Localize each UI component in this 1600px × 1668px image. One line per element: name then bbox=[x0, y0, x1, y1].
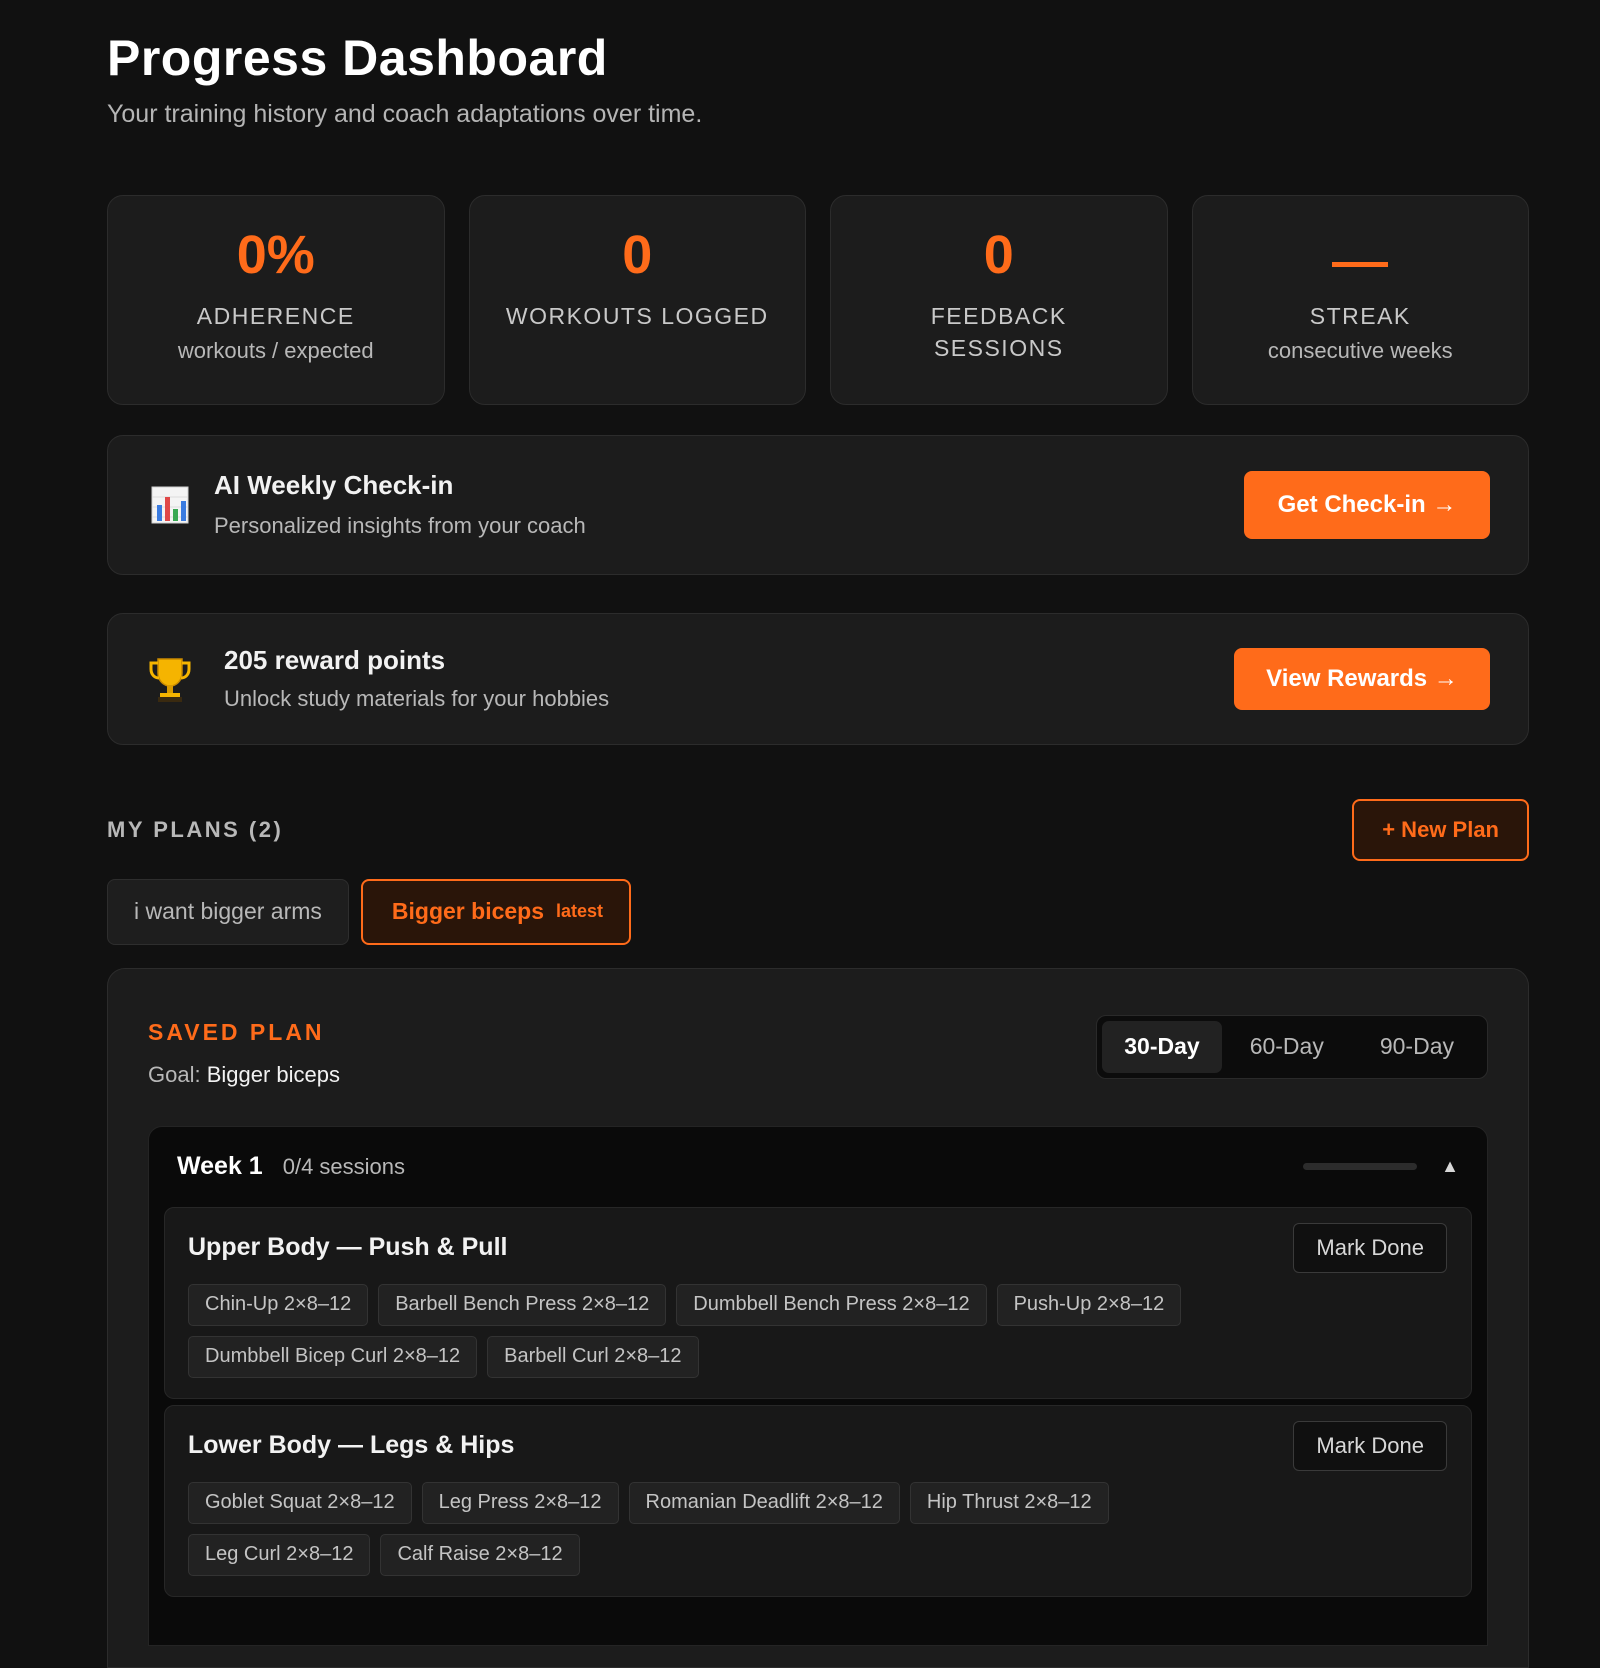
plan-tabs: i want bigger arms Bigger biceps latest bbox=[107, 878, 1529, 945]
goal-label: Goal: bbox=[148, 1061, 201, 1087]
week-title: Week 1 bbox=[177, 1152, 263, 1180]
dashboard-page: Progress Dashboard Your training history… bbox=[0, 0, 1529, 1668]
plans-title: MY PLANS (2) bbox=[107, 816, 284, 842]
week-progress-bar bbox=[1303, 1163, 1418, 1170]
checkin-text: AI Weekly Check-in Personalized insights… bbox=[214, 470, 1244, 539]
stat-sub: consecutive weeks bbox=[1267, 337, 1453, 363]
duration-60-day[interactable]: 60-Day bbox=[1222, 1021, 1352, 1073]
plan-goal: Goal: Bigger biceps bbox=[148, 1062, 340, 1088]
stat-value: 0% bbox=[236, 224, 315, 285]
exercise-chip: Leg Press 2×8–12 bbox=[421, 1481, 619, 1524]
saved-plan-label: SAVED PLAN bbox=[148, 1018, 325, 1045]
rewards-description: Unlock study materials for your hobbies bbox=[224, 686, 610, 711]
saved-plan-header: SAVED PLAN Goal: Bigger biceps 30-Day 60… bbox=[148, 1014, 1488, 1088]
exercise-chip: Goblet Squat 2×8–12 bbox=[188, 1481, 412, 1524]
stat-sub: workouts / expected bbox=[177, 337, 374, 363]
plan-tab-bigger-biceps[interactable]: Bigger biceps latest bbox=[360, 878, 632, 945]
stat-label: FEEDBACK SESSIONS bbox=[930, 302, 1067, 361]
rewards-text: 205 reward points Unlock study materials… bbox=[224, 645, 1234, 712]
exercise-chip: Chin-Up 2×8–12 bbox=[188, 1283, 369, 1326]
get-checkin-button[interactable]: Get Check-in → bbox=[1244, 470, 1490, 539]
exercise-chip: Leg Curl 2×8–12 bbox=[188, 1533, 371, 1576]
goal-value: Bigger biceps bbox=[206, 1061, 341, 1087]
duration-selector: 30-Day 60-Day 90-Day bbox=[1096, 1014, 1488, 1079]
exercise-list: Chin-Up 2×8–12 Barbell Bench Press 2×8–1… bbox=[188, 1283, 1238, 1398]
saved-plan-info: SAVED PLAN Goal: Bigger biceps bbox=[148, 1019, 340, 1088]
session-card-lower: Lower Body — Legs & Hips Mark Done Goble… bbox=[164, 1404, 1472, 1597]
stat-value: 0 bbox=[983, 224, 1014, 285]
session-header: Upper Body — Push & Pull Mark Done bbox=[188, 1222, 1447, 1273]
plans-header: MY PLANS (2) + New Plan bbox=[107, 798, 1529, 861]
view-rewards-button[interactable]: View Rewards → bbox=[1234, 647, 1490, 710]
ai-checkin-card: AI Weekly Check-in Personalized insights… bbox=[107, 434, 1529, 575]
stat-value: 0 bbox=[622, 224, 653, 285]
session-header: Lower Body — Legs & Hips Mark Done bbox=[188, 1420, 1447, 1471]
exercise-chip: Dumbbell Bicep Curl 2×8–12 bbox=[188, 1335, 478, 1378]
rewards-card: 205 reward points Unlock study materials… bbox=[107, 612, 1529, 745]
plan-tab-bigger-arms[interactable]: i want bigger arms bbox=[107, 878, 349, 945]
page-subtitle: Your training history and coach adaptati… bbox=[107, 99, 703, 128]
exercise-chip: Hip Thrust 2×8–12 bbox=[909, 1481, 1109, 1524]
stat-label: STREAK bbox=[1309, 302, 1411, 329]
exercise-list: Goblet Squat 2×8–12 Leg Press 2×8–12 Rom… bbox=[188, 1481, 1238, 1596]
saved-plan-panel: SAVED PLAN Goal: Bigger biceps 30-Day 60… bbox=[107, 967, 1529, 1668]
exercise-chip: Push-Up 2×8–12 bbox=[996, 1283, 1182, 1326]
collapse-toggle-icon[interactable]: ▲ bbox=[1441, 1156, 1459, 1177]
duration-30-day[interactable]: 30-Day bbox=[1102, 1020, 1222, 1073]
stat-card-streak: STREAK consecutive weeks bbox=[1191, 194, 1529, 405]
exercise-chip: Romanian Deadlift 2×8–12 bbox=[628, 1481, 900, 1524]
exercise-chip: Barbell Bench Press 2×8–12 bbox=[378, 1283, 667, 1326]
stat-label: ADHERENCE bbox=[196, 302, 355, 329]
stat-label: WORKOUTS LOGGED bbox=[505, 302, 769, 329]
latest-badge: latest bbox=[556, 901, 604, 921]
stat-card-feedback: 0 FEEDBACK SESSIONS bbox=[830, 194, 1168, 405]
stat-card-workouts: 0 WORKOUTS LOGGED bbox=[468, 194, 806, 405]
checkin-title: AI Weekly Check-in bbox=[214, 470, 454, 500]
stats-row: 0% ADHERENCE workouts / expected 0 WORKO… bbox=[107, 194, 1529, 405]
mark-done-button[interactable]: Mark Done bbox=[1293, 1222, 1447, 1273]
exercise-chip: Calf Raise 2×8–12 bbox=[380, 1533, 580, 1576]
trophy-icon bbox=[148, 657, 192, 702]
exercise-chip: Dumbbell Bench Press 2×8–12 bbox=[676, 1283, 987, 1326]
stat-value bbox=[1193, 228, 1529, 284]
session-card-upper: Upper Body — Push & Pull Mark Done Chin-… bbox=[164, 1206, 1472, 1399]
plan-tab-label: Bigger biceps bbox=[391, 898, 545, 924]
session-title: Upper Body — Push & Pull bbox=[188, 1233, 508, 1261]
dash-mark bbox=[1332, 261, 1389, 267]
plan-tab-label: i want bigger arms bbox=[134, 898, 322, 924]
bar-chart-icon bbox=[148, 483, 192, 527]
week-sessions: 0/4 sessions bbox=[282, 1153, 406, 1179]
rewards-title: 205 reward points bbox=[224, 645, 446, 675]
week-header[interactable]: Week 1 0/4 sessions ▲ bbox=[149, 1127, 1487, 1207]
mark-done-button[interactable]: Mark Done bbox=[1293, 1420, 1447, 1471]
stat-card-adherence: 0% ADHERENCE workouts / expected bbox=[107, 194, 445, 405]
exercise-chip: Barbell Curl 2×8–12 bbox=[487, 1335, 699, 1378]
week-section: Week 1 0/4 sessions ▲ Upper Body — Push … bbox=[148, 1125, 1488, 1646]
checkin-description: Personalized insights from your coach bbox=[214, 513, 586, 538]
duration-90-day[interactable]: 90-Day bbox=[1352, 1021, 1482, 1073]
page-title: Progress Dashboard bbox=[107, 30, 608, 86]
session-title: Lower Body — Legs & Hips bbox=[188, 1431, 515, 1459]
new-plan-button[interactable]: + New Plan bbox=[1352, 798, 1529, 861]
